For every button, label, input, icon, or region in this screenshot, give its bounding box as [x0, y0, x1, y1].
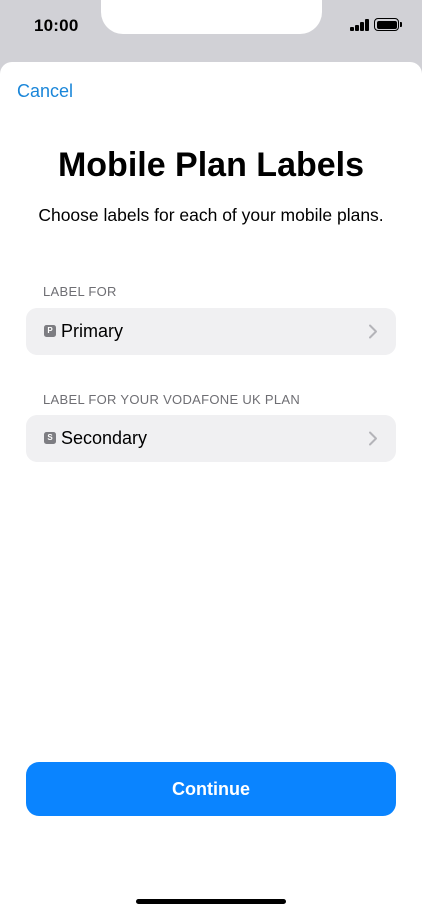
plan-label-row-secondary[interactable]: S Secondary — [26, 415, 396, 462]
battery-tip — [400, 22, 402, 27]
plan-label-row-primary[interactable]: P Primary — [26, 308, 396, 355]
status-bar: 10:00 — [0, 0, 422, 56]
plan-label-value: Primary — [61, 321, 123, 341]
continue-button[interactable]: Continue — [26, 762, 396, 816]
section-label-secondary: LABEL FOR YOUR VODAFONE UK PLAN — [43, 392, 301, 407]
battery-icon — [374, 18, 399, 31]
page-title: Mobile Plan Labels — [57, 146, 365, 184]
phone-screen: 10:00 Cancel Mobile Plan Labels Choose l… — [0, 0, 422, 913]
plan-label-value: Secondary — [61, 428, 148, 448]
notch — [101, 0, 322, 34]
section-label-primary: LABEL FOR — [43, 284, 117, 299]
status-time: 10:00 — [34, 16, 79, 35]
signal-icon — [350, 19, 370, 31]
modal-sheet: Cancel Mobile Plan Labels Choose labels … — [0, 62, 422, 913]
home-indicator — [136, 899, 286, 904]
cancel-button[interactable]: Cancel — [17, 81, 73, 102]
page-subtitle: Choose labels for each of your mobile pl… — [38, 205, 384, 225]
chevron-right-icon — [369, 431, 377, 446]
sim-s-icon: S — [44, 432, 56, 444]
chevron-right-icon — [369, 324, 377, 339]
sim-p-icon: P — [44, 325, 56, 337]
